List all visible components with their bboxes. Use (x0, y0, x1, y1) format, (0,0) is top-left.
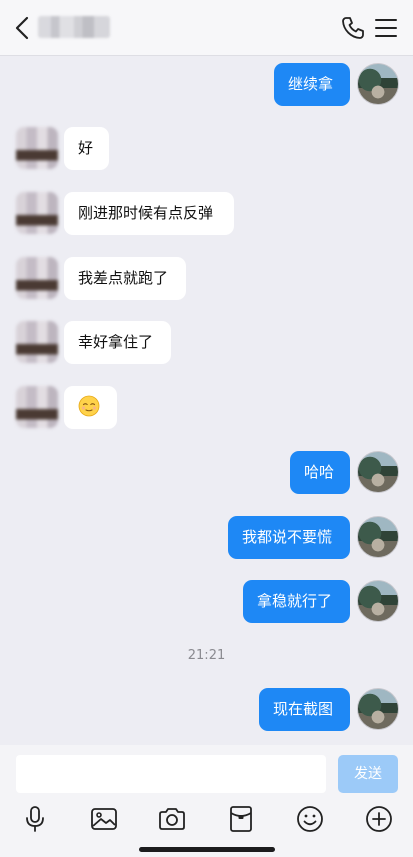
home-indicator[interactable] (139, 847, 275, 852)
message-bubble[interactable] (64, 386, 117, 429)
back-arrow-icon[interactable] (10, 14, 36, 42)
composer-bar: 发送 (0, 745, 413, 857)
message-bubble[interactable]: 好 (64, 127, 109, 170)
phone-icon[interactable] (340, 15, 366, 41)
message-bubble[interactable]: 我都说不要慌 (228, 516, 350, 559)
contact-avatar[interactable] (16, 192, 58, 234)
self-avatar[interactable] (357, 580, 399, 622)
camera-icon[interactable] (157, 804, 187, 834)
send-button[interactable]: 发送 (338, 755, 398, 793)
self-avatar[interactable] (357, 688, 399, 730)
message-input[interactable] (16, 755, 326, 793)
microphone-icon[interactable] (20, 804, 50, 834)
relieved-face-emoji-icon (78, 395, 100, 417)
image-icon[interactable] (89, 804, 119, 834)
message-bubble[interactable]: 拿稳就行了 (243, 580, 350, 623)
contact-avatar[interactable] (16, 257, 58, 299)
message-bubble[interactable]: 幸好拿住了 (64, 321, 171, 364)
self-avatar[interactable] (357, 63, 399, 105)
contact-name[interactable]: ■■■■■■ (38, 16, 110, 38)
contact-avatar[interactable] (16, 127, 58, 169)
plus-icon[interactable] (364, 804, 394, 834)
contact-avatar[interactable] (16, 386, 58, 428)
menu-icon[interactable] (374, 17, 398, 39)
message-bubble[interactable]: 刚进那时候有点反弹 (64, 192, 234, 235)
message-bubble[interactable]: 哈哈 (290, 451, 350, 494)
message-bubble[interactable]: 我差点就跑了 (64, 257, 186, 300)
chat-header: ■■■■■■ (0, 0, 413, 56)
message-bubble[interactable]: 继续拿 (274, 63, 350, 106)
red-packet-icon[interactable] (226, 804, 256, 834)
emoji-icon[interactable] (295, 804, 325, 834)
contact-avatar[interactable] (16, 321, 58, 363)
message-bubble[interactable]: 现在截图 (259, 688, 350, 731)
self-avatar[interactable] (357, 516, 399, 558)
self-avatar[interactable] (357, 451, 399, 493)
message-timestamp: 21:21 (187, 648, 226, 663)
